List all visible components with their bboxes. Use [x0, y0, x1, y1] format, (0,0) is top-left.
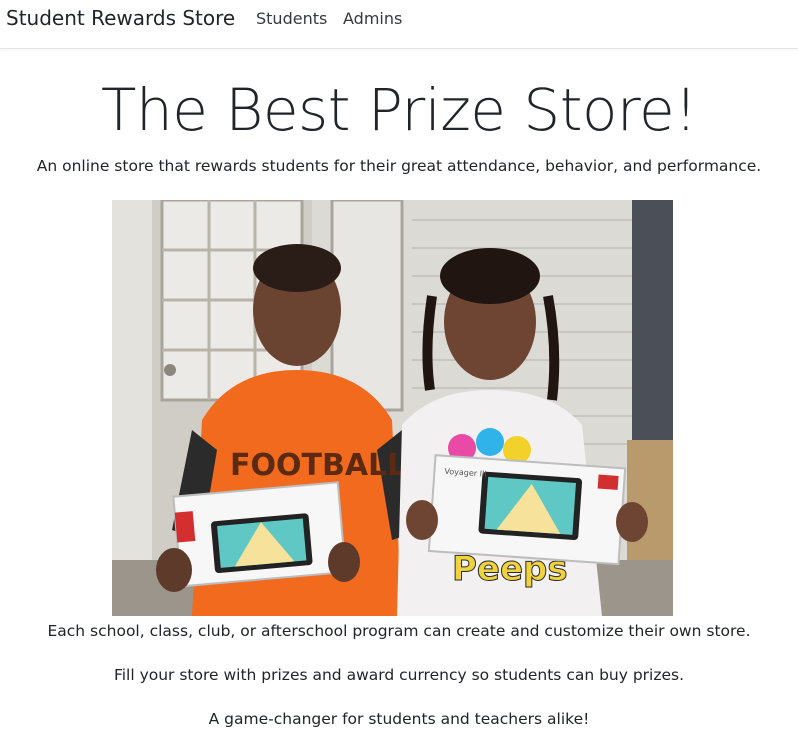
- body-paragraph-2: Fill your store with prizes and award cu…: [113, 666, 685, 684]
- page-title: The Best Prize Store!: [101, 76, 697, 144]
- lead-text: An online store that rewards students fo…: [36, 157, 762, 175]
- top-navbar: Student Rewards Store Students Admins: [0, 0, 798, 49]
- shirt-text-football: FOOTBALL: [230, 448, 406, 483]
- body-paragraph-3: A game-changer for students and teachers…: [208, 710, 590, 728]
- nav-link-admins[interactable]: Admins: [343, 9, 402, 28]
- nav-link-students[interactable]: Students: [256, 9, 327, 28]
- hero-photo: FOOTBALL Peeps Voyager III: [112, 200, 673, 616]
- navbar-brand[interactable]: Student Rewards Store: [6, 6, 235, 30]
- kids-with-tablets-photo: FOOTBALL Peeps Voyager III: [112, 200, 673, 616]
- body-paragraph-1: Each school, class, club, or afterschool…: [47, 622, 751, 640]
